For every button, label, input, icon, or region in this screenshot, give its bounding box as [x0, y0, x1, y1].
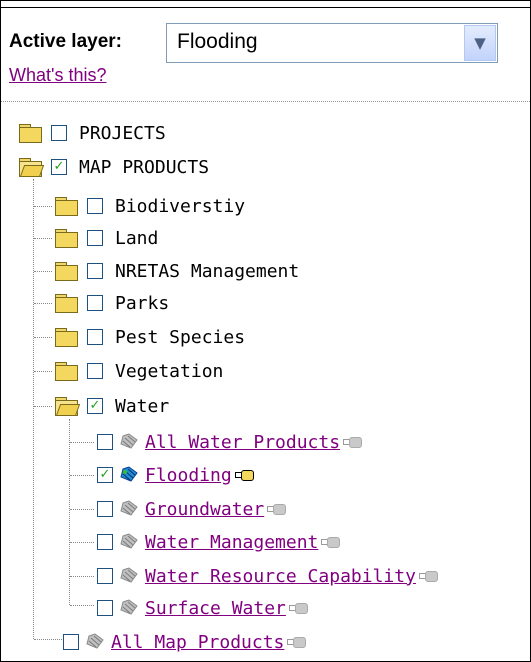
legend-icon[interactable]: [234, 470, 254, 481]
tree-label[interactable]: NRETAS Management: [115, 261, 299, 282]
checkbox-water[interactable]: ✓: [87, 398, 103, 414]
tree-node-water[interactable]: ✓ Water: [55, 392, 169, 420]
checkbox-folder[interactable]: [87, 295, 103, 311]
checkbox-folder[interactable]: [87, 230, 103, 246]
active-layer-select[interactable]: Flooding ▼: [166, 23, 498, 63]
tree-line: [70, 475, 94, 476]
tree-label[interactable]: Pest Species: [115, 327, 245, 348]
folder-icon[interactable]: [55, 362, 78, 381]
checkbox-folder[interactable]: [87, 263, 103, 279]
active-layer-row: Active layer:: [9, 31, 122, 53]
layer-icon: [86, 633, 104, 649]
check-icon: ✓: [89, 398, 101, 413]
folder-icon[interactable]: [55, 197, 78, 216]
tree-line: [34, 639, 62, 640]
layer-panel: Active layer: Flooding ▼ What's this? PR…: [0, 0, 531, 662]
tree-node-projects[interactable]: PROJECTS: [19, 119, 166, 147]
check-icon: ✓: [99, 467, 111, 482]
legend-icon[interactable]: [287, 637, 307, 648]
tree-line: [33, 179, 34, 639]
layer-icon: [120, 599, 138, 615]
checkbox-layer[interactable]: [97, 534, 113, 550]
tree-label[interactable]: PROJECTS: [79, 123, 166, 144]
layer-item-active[interactable]: ✓ Flooding: [97, 461, 254, 489]
layer-item[interactable]: Groundwater: [97, 495, 287, 523]
tree-line: [34, 271, 52, 272]
checkbox-folder[interactable]: [87, 329, 103, 345]
tree-node-folder[interactable]: Vegetation: [55, 357, 223, 385]
layer-link[interactable]: Water Management: [145, 532, 318, 553]
layer-icon: [120, 533, 138, 549]
tree-label[interactable]: Water: [115, 396, 169, 417]
tree-line: [70, 576, 94, 577]
tree-node-folder[interactable]: Parks: [55, 289, 169, 317]
layer-link[interactable]: All Water Products: [145, 432, 340, 453]
tree-label[interactable]: MAP PRODUCTS: [79, 157, 209, 178]
folder-icon[interactable]: [55, 262, 78, 281]
tree-line: [70, 542, 94, 543]
folder-icon[interactable]: [55, 294, 78, 313]
folder-icon[interactable]: [19, 124, 42, 143]
legend-icon[interactable]: [418, 571, 438, 582]
tree-node-folder[interactable]: NRETAS Management: [55, 257, 299, 285]
whats-this-link[interactable]: What's this?: [9, 65, 106, 86]
checkbox-layer[interactable]: [97, 501, 113, 517]
folder-icon[interactable]: [55, 229, 78, 248]
tree-line: [34, 337, 52, 338]
tree-node-map-products[interactable]: ✓ MAP PRODUCTS: [19, 153, 209, 181]
divider: [1, 101, 530, 102]
checkbox-layer[interactable]: ✓: [97, 467, 113, 483]
layer-item[interactable]: Water Resource Capability: [97, 562, 438, 590]
checkbox-projects[interactable]: [51, 125, 67, 141]
checkbox-layer[interactable]: [63, 634, 79, 650]
tree-node-folder[interactable]: Biodiverstiy: [55, 192, 245, 220]
layer-link[interactable]: Surface Water: [145, 598, 286, 619]
tree-line: [34, 238, 52, 239]
checkbox-layer[interactable]: [97, 568, 113, 584]
layer-item[interactable]: Surface Water: [97, 594, 308, 622]
checkbox-map-products[interactable]: ✓: [51, 159, 67, 175]
layer-icon: [120, 567, 138, 583]
layer-link[interactable]: Groundwater: [145, 499, 264, 520]
checkbox-layer[interactable]: [97, 600, 113, 616]
legend-icon[interactable]: [267, 504, 287, 515]
active-layer-label: Active layer:: [9, 31, 123, 52]
tree-line: [34, 371, 52, 372]
folder-icon[interactable]: [55, 328, 78, 347]
checkbox-folder[interactable]: [87, 363, 103, 379]
tree-node-folder[interactable]: Pest Species: [55, 323, 245, 351]
tree-line: [69, 419, 70, 605]
layer-icon: [120, 500, 138, 516]
layer-item[interactable]: All Map Products: [63, 628, 307, 656]
tree-line: [34, 303, 52, 304]
layer-item[interactable]: Water Management: [97, 528, 341, 556]
tree-label[interactable]: Parks: [115, 293, 169, 314]
layer-icon: [120, 433, 138, 449]
tree-label[interactable]: Biodiverstiy: [115, 196, 245, 217]
folder-open-icon[interactable]: [19, 158, 45, 177]
chevron-down-icon[interactable]: ▼: [464, 25, 496, 61]
tree-line: [70, 605, 94, 606]
tree-node-folder[interactable]: Land: [55, 224, 158, 252]
tree-line: [34, 406, 52, 407]
tree-line: [70, 509, 94, 510]
layer-link[interactable]: All Map Products: [111, 632, 284, 653]
layer-link[interactable]: Water Resource Capability: [145, 566, 416, 587]
folder-open-icon[interactable]: [55, 397, 81, 416]
tree-line: [70, 442, 94, 443]
tree-label[interactable]: Land: [115, 228, 158, 249]
tree-line: [34, 206, 52, 207]
active-layer-value: Flooding: [177, 30, 258, 53]
tree-label[interactable]: Vegetation: [115, 361, 223, 382]
legend-icon[interactable]: [288, 603, 308, 614]
checkbox-layer[interactable]: [97, 434, 113, 450]
layer-link[interactable]: Flooding: [145, 465, 232, 486]
check-icon: ✓: [53, 159, 65, 174]
legend-icon[interactable]: [343, 437, 363, 448]
layer-item[interactable]: All Water Products: [97, 428, 363, 456]
panel-top-border: [1, 1, 530, 8]
layer-icon: [120, 466, 138, 482]
legend-icon[interactable]: [321, 537, 341, 548]
checkbox-folder[interactable]: [87, 198, 103, 214]
